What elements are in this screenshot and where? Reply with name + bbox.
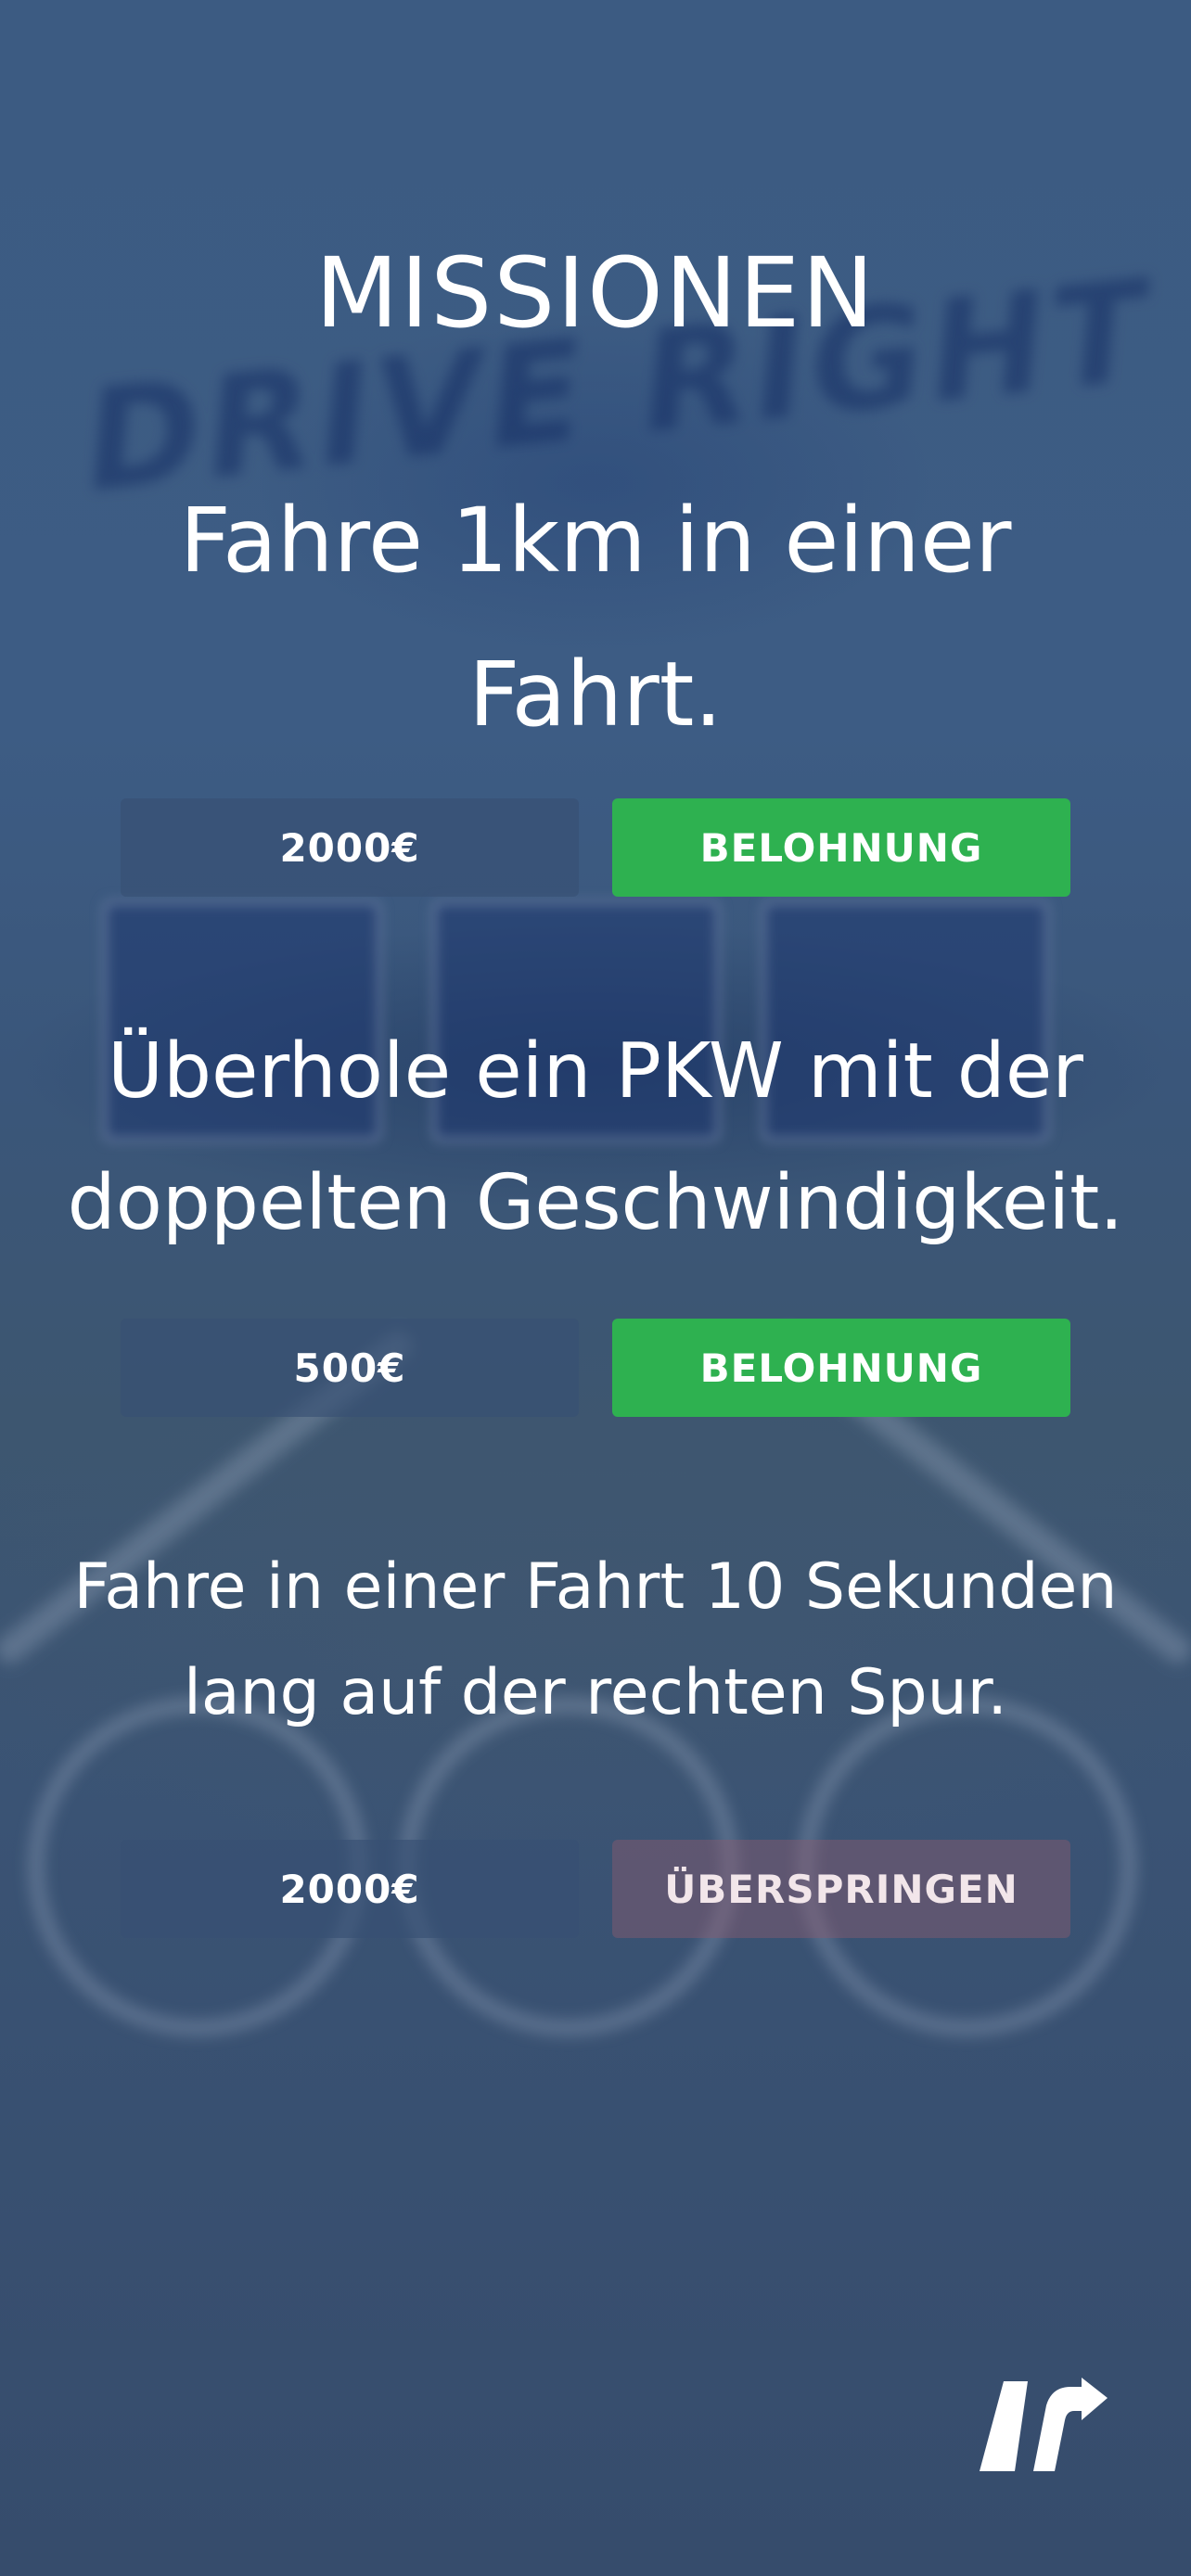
mission-1-description: Fahre 1km in einer Fahrt. xyxy=(179,489,1012,746)
mission-2-description: Überhole ein PKW mit der doppelten Gesch… xyxy=(67,1027,1124,1247)
missions-screen: MISSIONEN Fahre 1km in einer Fahrt. 2000… xyxy=(0,0,1191,2576)
mission-2-claim-button[interactable]: BELOHNUNG xyxy=(612,1319,1070,1417)
page-title: MISSIONEN xyxy=(314,236,877,350)
mission-1-claim-button[interactable]: BELOHNUNG xyxy=(612,798,1070,897)
mission-3-reward: 2000€ xyxy=(121,1840,579,1938)
mission-3-description: Fahre in einer Fahrt 10 Sekunden lang au… xyxy=(73,1550,1118,1729)
mission-3-skip-button[interactable]: ÜBERSPRINGEN xyxy=(612,1840,1070,1938)
mission-2-reward: 500€ xyxy=(121,1319,579,1417)
drive-right-logo-icon xyxy=(980,2378,1108,2471)
mission-1-reward: 2000€ xyxy=(121,798,579,897)
